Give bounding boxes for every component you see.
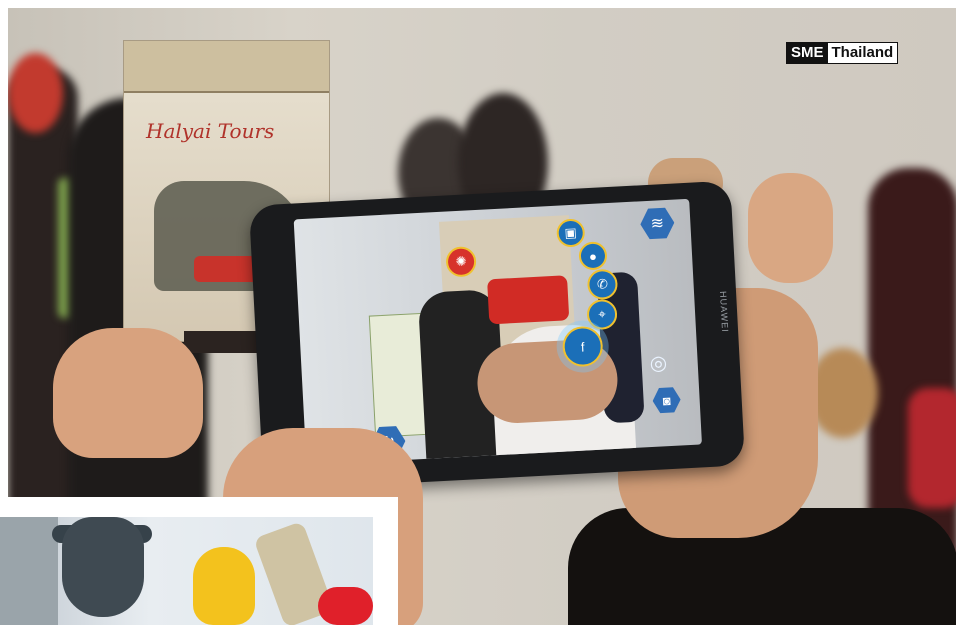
right-thumb: [748, 173, 833, 283]
person-icon[interactable]: ●: [578, 241, 608, 271]
red-object: [318, 587, 373, 625]
phone-screen: ✺ ▣ ● ✆ ⌖ f ≋ ◎ ◙ ⌂ ↻: [293, 198, 702, 466]
plant: [808, 348, 878, 438]
box-title: Halyai Tours: [146, 119, 275, 143]
box-lid: [124, 41, 329, 93]
bull-figurine: [62, 517, 144, 617]
watermark-thailand: Thailand: [827, 43, 898, 63]
red-cap: [8, 53, 63, 133]
inset-photo: [0, 497, 398, 625]
inset-image: [0, 517, 373, 625]
ar-van-model: [487, 275, 570, 325]
inset-object: [0, 517, 58, 625]
watermark-logo: SME Thailand: [786, 42, 899, 64]
bus-icon[interactable]: ▣: [556, 218, 586, 248]
camera-icon[interactable]: ◙: [652, 385, 681, 414]
red-clothing: [908, 388, 956, 508]
background-hand: [53, 328, 203, 458]
gold-figurine: [193, 547, 255, 625]
layers-icon[interactable]: ≋: [639, 206, 675, 242]
phone-brand: HUAWEI: [717, 290, 731, 333]
watermark-sme: SME: [787, 43, 828, 63]
camera-switch-icon[interactable]: ◎: [649, 350, 668, 376]
